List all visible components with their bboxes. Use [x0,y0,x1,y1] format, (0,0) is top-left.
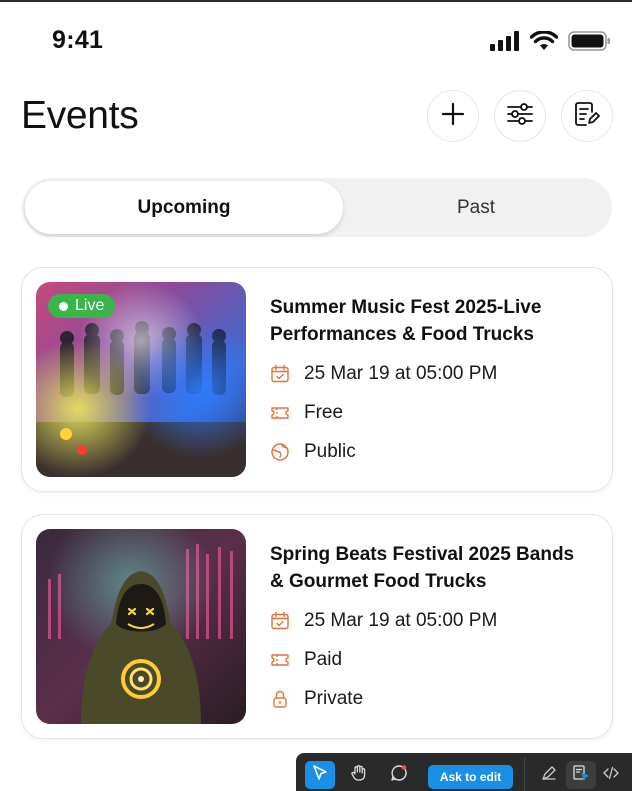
event-title: Summer Music Fest 2025-Live Performances… [270,297,542,345]
calendar-icon [270,364,290,384]
live-badge-label: Live [75,297,105,314]
tab-past[interactable]: Past [340,178,612,237]
edit-tool-button[interactable] [534,761,564,789]
event-price: Paid [304,649,343,670]
event-price-row: Free [270,402,343,424]
comment-tool-button[interactable] [384,761,414,789]
battery-icon [568,30,612,57]
event-date-row: 25 Mar 19 at 05:00 PM [270,363,497,385]
event-card[interactable]: Spring Beats Festival 2025 Bands & Gourm… [21,514,613,739]
status-icons [490,30,612,57]
live-badge: Live [48,294,116,318]
pointer-icon [311,764,329,787]
signal-icon [490,31,520,56]
event-price: Free [304,402,344,423]
event-title: Spring Beats Festival 2025 Bands & Gourm… [270,544,575,592]
comment-icon [390,764,408,787]
code-icon [602,764,620,787]
lock-icon [270,689,290,709]
event-card[interactable]: Live Summer Music Fest 2025-Live Perform… [21,267,613,492]
inspect-icon [572,764,590,787]
inspect-tool-button[interactable] [566,761,596,789]
globe-icon [270,442,290,462]
editor-toolbar: Ask to edit [296,753,632,791]
notes-icon [574,101,600,132]
ask-to-edit-button[interactable]: Ask to edit [428,765,513,789]
hand-tool-button[interactable] [344,761,374,789]
event-visibility-row: Private [270,688,363,710]
hand-icon [350,764,368,787]
event-image: Live [36,282,246,477]
filter-icon [507,102,533,131]
notes-button[interactable] [561,90,613,142]
event-visibility: Private [304,688,364,709]
code-view-button[interactable] [596,761,626,789]
add-event-button[interactable] [427,90,479,142]
event-visibility-row: Public [270,441,356,463]
live-dot [59,301,68,311]
tab-upcoming[interactable]: Upcoming [25,181,343,234]
wifi-icon [529,30,559,56]
pointer-tool-button[interactable] [305,761,335,789]
event-date-row: 25 Mar 19 at 05:00 PM [270,610,497,632]
ticket-icon [270,650,290,670]
toolbar-divider [524,757,525,791]
filter-button[interactable] [494,90,546,142]
event-price-row: Paid [270,649,342,671]
events-tab-switch: Upcoming Past [22,178,612,237]
page-title: Events [21,94,139,137]
top-border [0,0,632,2]
edit-icon [540,764,558,787]
event-visibility: Public [304,441,356,462]
status-time: 9:41 [52,26,104,54]
ticket-icon [270,403,290,423]
event-image [36,529,246,724]
event-date: 25 Mar 19 at 05:00 PM [304,610,498,631]
calendar-icon [270,611,290,631]
event-date: 25 Mar 19 at 05:00 PM [304,363,498,384]
plus-icon [441,102,465,131]
